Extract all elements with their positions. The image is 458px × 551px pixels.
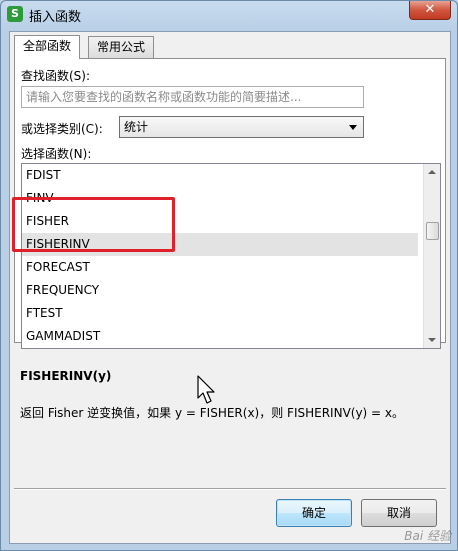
list-item[interactable]: FDIST (22, 164, 418, 187)
wps-spreadsheet-icon: S (7, 6, 23, 22)
category-select[interactable]: 统计 (119, 116, 364, 138)
scroll-up-arrow-icon[interactable] (428, 170, 436, 174)
ok-button[interactable]: 确定 (276, 499, 352, 527)
search-input[interactable] (21, 86, 364, 108)
scroll-down-arrow-icon[interactable] (428, 338, 436, 342)
window-title: 插入函数 (29, 10, 82, 25)
red-highlight-annotation (12, 197, 175, 252)
watermark-text: Bai 经验 (404, 529, 451, 543)
list-item[interactable]: GAMMADIST (22, 325, 418, 348)
cancel-button[interactable]: 取消 (361, 499, 437, 527)
list-item[interactable]: FTEST (22, 302, 418, 325)
tab-common-formulas[interactable]: 常用公式 (88, 36, 155, 58)
function-listbox[interactable]: FDIST FINV FISHER FISHERINV FORECAST FRE… (21, 163, 441, 349)
function-signature: FISHERINV(y) (20, 369, 112, 383)
insert-function-dialog: S 插入函数 ✕ 全部函数 常用公式 查找函数(S): 或选择类别(C): 统计… (0, 0, 458, 551)
dialog-body: 全部函数 常用公式 查找函数(S): 或选择类别(C): 统计 选择函数(N):… (9, 31, 451, 544)
scroll-thumb[interactable] (426, 222, 439, 240)
close-button[interactable]: ✕ (409, 1, 451, 20)
search-label: 查找函数(S): (21, 69, 91, 83)
list-item[interactable]: FREQUENCY (22, 279, 418, 302)
category-selected-value: 统计 (124, 120, 149, 134)
function-description: 返回 Fisher 逆变换值，如果 y = FISHER(x)，则 FISHER… (20, 406, 405, 420)
category-label: 或选择类别(C): (21, 122, 103, 136)
list-item[interactable]: FORECAST (22, 256, 418, 279)
footer-divider (14, 488, 446, 490)
title-bar[interactable]: S 插入函数 ✕ (1, 1, 457, 31)
function-list-label: 选择函数(N): (21, 147, 92, 161)
chevron-down-icon (349, 125, 357, 130)
list-scrollbar[interactable] (423, 164, 440, 348)
tab-all-functions[interactable]: 全部函数 (14, 35, 81, 59)
mouse-pointer-icon (197, 375, 215, 404)
